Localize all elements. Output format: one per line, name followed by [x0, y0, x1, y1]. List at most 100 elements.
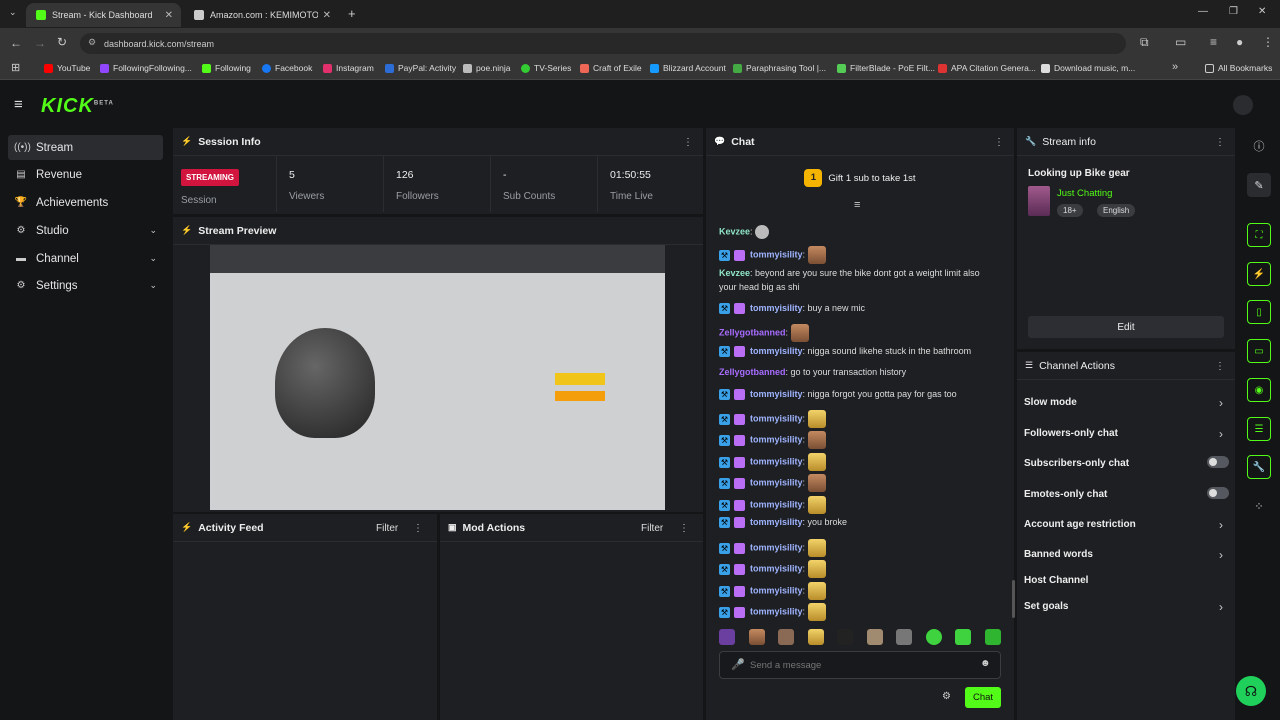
gift-badge-icon[interactable] — [734, 303, 745, 315]
close-icon[interactable]: ✕ — [165, 10, 173, 21]
action-followers-only-chat[interactable]: Followers-only chat › — [1024, 427, 1229, 441]
emoji-picker-icon[interactable]: ☻ — [980, 658, 991, 669]
activity-filter-button[interactable]: Filter — [376, 523, 398, 534]
sidebar-item-channel[interactable]: ▬ Channel ⌄ — [8, 246, 163, 271]
bookmark-craft-of-exile[interactable]: Craft of Exile — [580, 63, 642, 73]
chat-username[interactable]: tommyisility — [750, 413, 803, 423]
emote-icon[interactable] — [896, 629, 913, 645]
emote-icon[interactable] — [807, 246, 826, 264]
apps-icon[interactable]: ⁘ — [1247, 494, 1271, 518]
more-bookmarks-icon[interactable]: » — [1172, 61, 1178, 73]
kebab-menu-icon[interactable]: ⋮ — [994, 137, 1004, 148]
kebab-menu-icon[interactable]: ⋮ — [683, 137, 693, 148]
emote-icon[interactable] — [807, 560, 826, 578]
url-field[interactable]: ⚙ dashboard.kick.com/stream — [80, 33, 1126, 54]
chat-username[interactable]: Kevzee — [719, 268, 750, 278]
emote-icon[interactable] — [955, 629, 972, 645]
subscribers-only-toggle[interactable] — [1207, 456, 1229, 468]
back-arrow-icon[interactable]: ← — [10, 36, 22, 50]
moderator-badge-icon[interactable]: ⚒ — [719, 542, 730, 554]
gift-badge-icon[interactable] — [734, 563, 745, 575]
tab-amazon[interactable]: Amazon.com : KEMIMOTO Ful ✕ — [184, 3, 339, 27]
kebab-menu-icon[interactable]: ⋮ — [413, 523, 423, 534]
support-headset-icon[interactable]: ☊ — [1236, 676, 1266, 706]
sidebar-item-studio[interactable]: ⚙ Studio ⌄ — [8, 218, 163, 243]
emote-icon[interactable] — [866, 629, 883, 645]
chat-username[interactable]: tommyisility — [750, 585, 803, 595]
hamburger-menu-icon[interactable]: ≡ — [14, 96, 23, 113]
chat-username[interactable]: tommyisility — [750, 499, 803, 509]
chat-username[interactable]: tommyisility — [750, 434, 803, 444]
restore-icon[interactable]: ❐ — [1229, 6, 1238, 17]
close-icon[interactable]: ✕ — [323, 10, 331, 21]
gift-badge-icon[interactable] — [734, 477, 745, 489]
new-tab-plus-icon[interactable]: + — [348, 6, 356, 21]
chat-username[interactable]: tommyisility — [750, 606, 803, 616]
chat-username[interactable]: tommyisility — [750, 249, 803, 259]
moderator-badge-icon[interactable]: ⚒ — [719, 517, 730, 529]
chat-username[interactable]: tommyisility — [750, 542, 803, 552]
bookmark-paraphrasing[interactable]: Paraphrasing Tool |... — [733, 63, 826, 73]
moderator-badge-icon[interactable]: ⚒ — [719, 249, 730, 261]
minimize-icon[interactable]: — — [1198, 6, 1208, 17]
mod-filter-button[interactable]: Filter — [641, 523, 663, 534]
emote-icon[interactable] — [807, 582, 826, 600]
emote-icon[interactable] — [984, 629, 1001, 645]
extensions-icon[interactable]: ⧉ — [1140, 35, 1149, 50]
chat-username[interactable]: tommyisility — [750, 563, 803, 573]
gift-badge-icon[interactable] — [734, 434, 745, 446]
action-account-age-restriction[interactable]: Account age restriction › — [1024, 518, 1229, 532]
bookmark-facebook[interactable]: Facebook — [262, 63, 312, 73]
emote-icon[interactable] — [807, 453, 826, 471]
chat-username[interactable]: Zellygotbanned — [719, 367, 786, 377]
reload-icon[interactable]: ↻ — [57, 35, 67, 49]
bookmark-poe-ninja[interactable]: poe.ninja — [463, 63, 511, 73]
sidebar-item-revenue[interactable]: ▤ Revenue — [8, 162, 163, 187]
avatar[interactable] — [1233, 95, 1253, 115]
action-slow-mode[interactable]: Slow mode › — [1024, 396, 1229, 410]
window-close-icon[interactable]: ✕ — [1258, 6, 1266, 17]
forward-arrow-icon[interactable]: → — [34, 36, 46, 50]
moderator-badge-icon[interactable]: ⚒ — [719, 434, 730, 446]
sidebar-item-achievements[interactable]: 🏆 Achievements — [8, 190, 163, 215]
emote-icon[interactable] — [807, 629, 824, 645]
emote-icon[interactable] — [837, 629, 854, 645]
stream-preview-video[interactable] — [210, 245, 665, 510]
emote-icon[interactable] — [807, 603, 826, 621]
action-set-goals[interactable]: Set goals › — [1024, 600, 1229, 614]
emote-icon[interactable] — [807, 539, 826, 557]
kick-logo[interactable]: KICKBETA — [41, 95, 114, 118]
bookmark-following-following[interactable]: FollowingFollowing... — [100, 63, 192, 73]
pencil-icon[interactable]: ✎ — [1247, 173, 1271, 197]
chat-username[interactable]: tommyisility — [750, 346, 803, 356]
gift-badge-icon[interactable] — [734, 413, 745, 425]
bookmark-blizzard[interactable]: Blizzard Account — [650, 63, 726, 73]
chat-username[interactable]: tommyisility — [750, 303, 803, 313]
profile-icon[interactable]: ● — [1236, 35, 1243, 49]
wrench-icon[interactable]: 🔧 — [1247, 455, 1271, 479]
moderator-badge-icon[interactable]: ⚒ — [719, 346, 730, 358]
moderator-badge-icon[interactable]: ⚒ — [719, 477, 730, 489]
fullscreen-icon[interactable]: ⛶ — [1247, 223, 1271, 247]
moderator-badge-icon[interactable]: ⚒ — [719, 303, 730, 315]
chat-scrollbar[interactable] — [1012, 580, 1015, 618]
chat-username[interactable]: Kevzee — [719, 226, 750, 236]
browser-menu-icon[interactable]: ⋮ — [1262, 35, 1274, 49]
gift-badge-icon[interactable] — [734, 585, 745, 597]
gift-badge-icon[interactable] — [734, 542, 745, 554]
sidebar-item-settings[interactable]: ⚙ Settings ⌄ — [8, 273, 163, 298]
tab-list-chevron-icon[interactable]: ⌄ — [9, 7, 17, 18]
gift-badge-icon[interactable] — [734, 606, 745, 618]
gift-badge-icon[interactable] — [734, 517, 745, 529]
bookmark-download-music[interactable]: Download music, m... — [1041, 63, 1135, 73]
emote-icon[interactable] — [807, 431, 826, 449]
moderator-badge-icon[interactable]: ⚒ — [719, 563, 730, 575]
emotes-only-toggle[interactable] — [1207, 487, 1229, 499]
moderator-badge-icon[interactable]: ⚒ — [719, 413, 730, 425]
emote-icon[interactable] — [748, 629, 765, 645]
kebab-menu-icon[interactable]: ⋮ — [1215, 361, 1225, 372]
chat-message-input[interactable] — [750, 657, 970, 673]
broadcast-icon[interactable]: ◉ — [1247, 378, 1271, 402]
action-banned-words[interactable]: Banned words › — [1024, 548, 1229, 562]
tab-kick-dashboard[interactable]: Stream - Kick Dashboard ✕ — [26, 3, 181, 27]
